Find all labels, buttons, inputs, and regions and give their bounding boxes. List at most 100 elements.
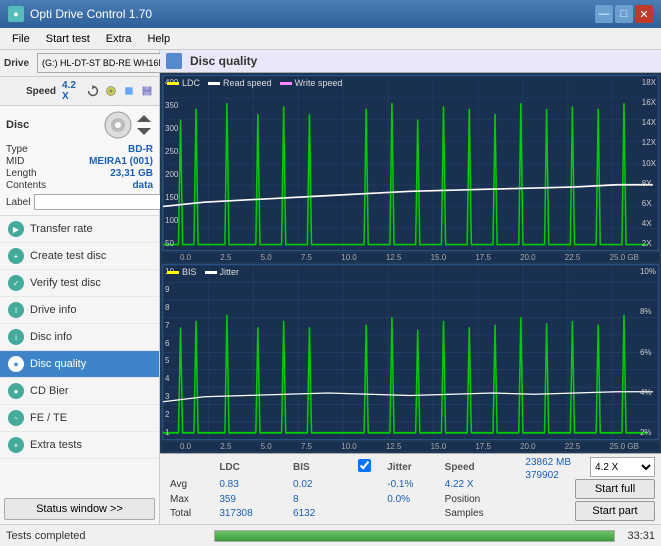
x-label-10: 10.0: [341, 253, 357, 262]
top-chart-legend: LDC Read speed Write speed: [167, 78, 342, 88]
bottom-chart-legend: BIS Jitter: [167, 267, 239, 277]
main-container: Drive (G:) HL-DT-ST BD-RE WH16NS48 1.D3 …: [0, 50, 661, 524]
sidebar-item-create-test-disc[interactable]: + Create test disc: [0, 243, 159, 270]
y-left-5: 5: [165, 356, 174, 365]
save-icon[interactable]: [141, 83, 153, 99]
write-speed-label: Write speed: [295, 78, 343, 88]
y-left-300: 300: [165, 124, 178, 133]
disc-info-icon: i: [8, 329, 24, 345]
nav-list: ▶ Transfer rate + Create test disc ✓ Ver…: [0, 216, 159, 494]
y-right-8pct: 8%: [640, 307, 656, 316]
charts-container: LDC Read speed Write speed 18X 16X 14X: [160, 73, 661, 453]
bottom-chart: BIS Jitter 10% 8% 6% 4% 2%: [162, 264, 659, 440]
drive-label: Drive: [4, 58, 29, 69]
speed-label: Speed: [26, 86, 56, 97]
sidebar-item-label: Create test disc: [30, 250, 106, 262]
top-x-axis: 0.0 2.5 5.0 7.5 10.0 12.5 15.0 17.5 20.0…: [162, 253, 659, 262]
col-jitter-check[interactable]: [356, 457, 384, 477]
avg-speed: 4.22 X: [439, 477, 522, 492]
status-window-button[interactable]: Status window >>: [4, 498, 155, 520]
bottom-chart-svg: [163, 265, 658, 439]
speed-select[interactable]: 4.2 X: [590, 457, 655, 477]
statusbar: Tests completed 33:31: [0, 524, 661, 546]
disc-label-input[interactable]: [34, 194, 172, 210]
disc-quality-icon: ★: [8, 356, 24, 372]
disc-visual-icon: [103, 110, 133, 140]
bis-label: BIS: [182, 267, 197, 277]
minimize-button[interactable]: —: [595, 5, 613, 23]
bx-label-25-gb: 25.0 GB: [610, 442, 639, 451]
disc-arrow-icon[interactable]: [135, 110, 153, 140]
bx-label-12-5: 12.5: [386, 442, 402, 451]
disc-mid-value: MEIRA1 (001): [89, 156, 153, 167]
sidebar-item-cd-bier[interactable]: ● CD Bier: [0, 378, 159, 405]
disc-type-label: Type: [6, 144, 28, 155]
y-left-100: 100: [165, 216, 178, 225]
col-bis-header: BIS: [287, 457, 343, 477]
sidebar-item-disc-info[interactable]: i Disc info: [0, 324, 159, 351]
status-text: Tests completed: [6, 530, 206, 542]
bx-label-5: 5.0: [261, 442, 272, 451]
x-label-7-5: 7.5: [301, 253, 312, 262]
fe-te-icon: ~: [8, 410, 24, 426]
bx-label-22-5: 22.5: [565, 442, 581, 451]
y-left-150: 150: [165, 193, 178, 202]
sidebar-item-extra-tests[interactable]: + Extra tests: [0, 432, 159, 459]
refresh-icon[interactable]: [87, 83, 99, 99]
ldc-label: LDC: [182, 78, 200, 88]
y-left-2: 2: [165, 410, 174, 419]
disc-type-value: BD-R: [128, 144, 153, 155]
quality-title: Disc quality: [190, 54, 257, 68]
avg-label: Avg: [166, 477, 213, 492]
sidebar-item-label: Disc info: [30, 331, 72, 343]
sidebar-item-disc-quality[interactable]: ★ Disc quality: [0, 351, 159, 378]
transfer-rate-icon: ▶: [8, 221, 24, 237]
sidebar-item-label: Transfer rate: [30, 223, 93, 235]
y-label-10x: 10X: [642, 159, 656, 168]
y-left-250: 250: [165, 147, 178, 156]
y-left-200: 200: [165, 170, 178, 179]
sidebar-item-transfer-rate[interactable]: ▶ Transfer rate: [0, 216, 159, 243]
x-label-17-5: 17.5: [475, 253, 491, 262]
maximize-button[interactable]: □: [615, 5, 633, 23]
sidebar-item-label: Verify test disc: [30, 277, 101, 289]
stats-avg-row: Avg 0.83 0.02 -0.1% 4.22 X: [166, 477, 521, 492]
burn-icon[interactable]: [105, 83, 117, 99]
avg-ldc: 0.83: [213, 477, 287, 492]
sidebar-item-fe-te[interactable]: ~ FE / TE: [0, 405, 159, 432]
close-button[interactable]: ✕: [635, 5, 653, 23]
menu-extra[interactable]: Extra: [98, 31, 140, 47]
menu-help[interactable]: Help: [139, 31, 178, 47]
menu-file[interactable]: File: [4, 31, 38, 47]
sidebar-item-label: Extra tests: [30, 439, 82, 451]
titlebar: ● Opti Drive Control 1.70 — □ ✕: [0, 0, 661, 28]
disc-mid-row: MID MEIRA1 (001): [6, 156, 153, 167]
position-label: Position: [439, 492, 522, 507]
stats-right: 23862 MB 379902: [525, 457, 571, 521]
x-label-15: 15.0: [431, 253, 447, 262]
menu-start-test[interactable]: Start test: [38, 31, 98, 47]
disc-length-label: Length: [6, 168, 37, 179]
tools-icon[interactable]: [123, 83, 135, 99]
disc-length-row: Length 23,31 GB: [6, 168, 153, 179]
x-label-12-5: 12.5: [386, 253, 402, 262]
jitter-label: Jitter: [220, 267, 240, 277]
disc-label-label: Label: [6, 197, 30, 208]
disc-contents-value: data: [132, 180, 153, 191]
max-bis: 8: [287, 492, 343, 507]
y-left-7: 7: [165, 321, 174, 330]
sidebar-item-label: FE / TE: [30, 412, 67, 424]
start-part-button[interactable]: Start part: [575, 501, 655, 521]
sidebar-item-drive-info[interactable]: i Drive info: [0, 297, 159, 324]
x-label-22-5: 22.5: [565, 253, 581, 262]
samples-value: 379902: [525, 470, 558, 481]
quality-header: Disc quality: [160, 50, 661, 73]
y-label-12x: 12X: [642, 138, 656, 147]
sidebar-item-verify-test-disc[interactable]: ✓ Verify test disc: [0, 270, 159, 297]
start-full-button[interactable]: Start full: [575, 479, 655, 499]
y-left-50: 50: [165, 239, 178, 248]
jitter-checkbox[interactable]: [358, 459, 371, 472]
top-chart: LDC Read speed Write speed 18X 16X 14X: [162, 75, 659, 251]
write-speed-legend: Write speed: [280, 78, 343, 88]
max-jitter: 0.0%: [383, 492, 438, 507]
